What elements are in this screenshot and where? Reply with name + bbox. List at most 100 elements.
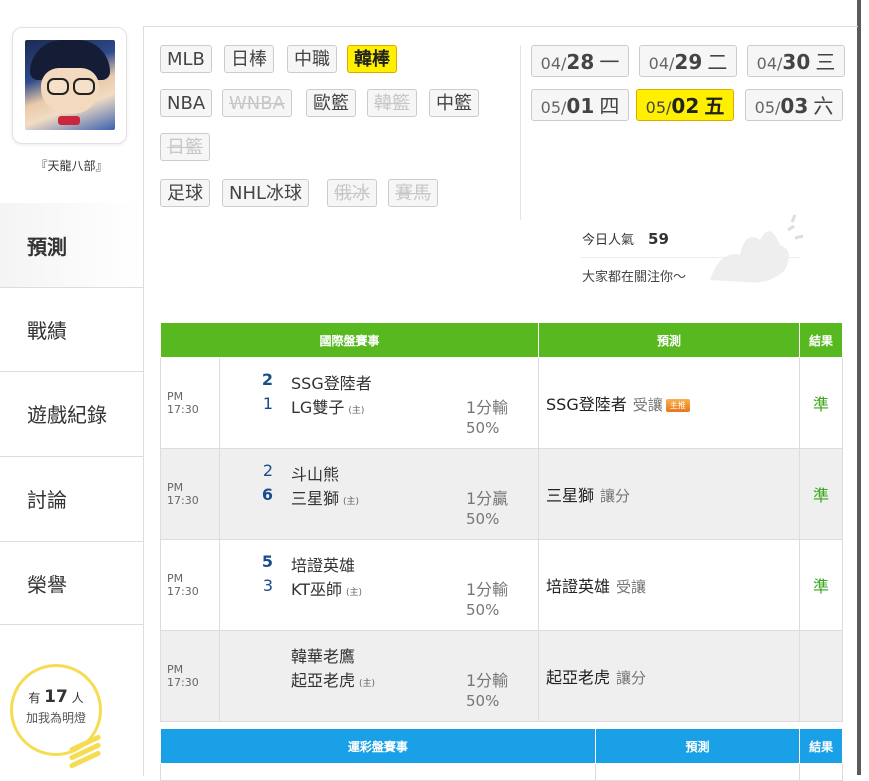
date-month: 04/ [540, 54, 567, 73]
date-button[interactable]: 04/29 二 [639, 45, 737, 77]
intl-odds-table: 國際盤賽事 預測 結果 PM 17:30 2 SSG登陸者 1 LG雙子 (主) … [160, 322, 843, 722]
popularity: 今日人氣 59 [582, 229, 669, 248]
home-team-line: 起亞老虎 (主) [291, 667, 375, 691]
home-team: LG雙子 [291, 398, 345, 417]
nav-label: 遊戲紀錄 [27, 403, 107, 427]
handicap: 1分輸 [466, 671, 509, 690]
prediction: 起亞老虎 讓分 [538, 630, 800, 722]
date-day: 30 [782, 50, 811, 74]
col-header-intl: 國際盤賽事 [160, 322, 539, 358]
home-marker: (主) [348, 406, 365, 416]
popularity-slogan: 大家都在關注你～ [582, 270, 687, 285]
table-row[interactable]: PM 17:30 5 培證英雄 3 KT巫師 (主) 1分輸 50% 培證英雄 受讓… [160, 539, 843, 631]
handicap: 1分贏 [466, 489, 509, 508]
date-weekday: 一 [599, 50, 620, 74]
date-month: 04/ [756, 54, 783, 73]
pick-team: 起亞老虎 [546, 668, 611, 687]
date-button[interactable]: 04/30 三 [747, 45, 845, 77]
league-tag-cpbl[interactable]: 中職 [287, 45, 337, 73]
away-team: 培證英雄 [291, 556, 356, 575]
league-tag-mlb[interactable]: MLB [160, 45, 212, 73]
pick-type: 讓分 [616, 669, 647, 687]
away-score: 5 [261, 552, 273, 571]
date-button[interactable]: 04/28 一 [531, 45, 629, 77]
nav-label: 戰績 [27, 319, 67, 343]
pick-team: 培證英雄 [546, 577, 611, 596]
lightbulb-icon [68, 734, 102, 775]
date-button[interactable]: 05/01 四 [531, 89, 629, 121]
date-weekday: 二 [707, 50, 728, 74]
date-day: 01 [566, 94, 595, 118]
league-tag-nba[interactable]: NBA [160, 89, 213, 117]
nav-item-record[interactable]: 戰績 [0, 287, 143, 371]
league-tag-kbo[interactable]: 韓棒 [347, 45, 397, 73]
avatar[interactable] [25, 40, 115, 130]
fan-prefix: 有 [28, 691, 41, 705]
league-tag-npb[interactable]: 日棒 [224, 45, 274, 73]
pick-team: 三星獅 [546, 486, 595, 505]
league-tag-kbl: 韓籃 [367, 89, 417, 117]
away-score: 2 [261, 370, 273, 389]
date-weekday: 三 [815, 50, 836, 74]
away-score: 2 [262, 461, 273, 480]
away-team: 韓華老鷹 [291, 647, 356, 666]
sidebar: 『天龍八部』 預測 戰績 遊戲紀錄 討論 榮譽 有 17 人 加我為明燈 [0, 0, 143, 775]
date-month: 05/ [754, 98, 781, 117]
nav-label: 榮譽 [27, 572, 67, 597]
game-time: PM 17:30 [160, 630, 220, 722]
league-tag-soccer[interactable]: 足球 [160, 179, 210, 207]
col-header-result: 結果 [799, 728, 843, 764]
home-score: 1 [262, 394, 273, 413]
league-tag-khl: 俄冰 [327, 179, 377, 207]
lottery-odds-table: 運彩盤賽事 預測 結果 [160, 728, 843, 781]
date-day: 28 [566, 50, 595, 74]
col-header-result: 結果 [799, 322, 843, 358]
pick-type: 受讓 [616, 578, 647, 596]
col-header-lottery: 運彩盤賽事 [160, 728, 596, 764]
nav-item-game-log[interactable]: 遊戲紀錄 [0, 371, 143, 455]
date-day: 29 [674, 50, 703, 74]
nav-item-predict[interactable]: 預測 [0, 203, 143, 287]
handicap-pct: 50% [466, 601, 500, 619]
home-team-line: LG雙子 (主) [291, 394, 364, 418]
away-team: SSG登陸者 [291, 374, 372, 393]
pick-team: SSG登陸者 [546, 395, 627, 414]
divider [520, 45, 521, 220]
popularity-value: 59 [648, 230, 669, 248]
league-tag-wnba: WNBA [222, 89, 292, 117]
username: 『天龍八部』 [35, 159, 108, 173]
result: 準 [799, 539, 843, 631]
date-month: 05/ [540, 98, 567, 117]
fan-caption: 加我為明燈 [25, 711, 86, 725]
nav-item-honors[interactable]: 榮譽 [0, 541, 143, 625]
prediction: 培證英雄 受讓 [538, 539, 800, 631]
date-month: 04/ [648, 54, 675, 73]
date-button-selected[interactable]: 05/02 五 [636, 89, 734, 121]
league-tag-japan-basketball: 日籃 [160, 133, 210, 161]
fan-count-line: 有 17 人 [13, 687, 99, 707]
fan-count: 17 [44, 687, 68, 707]
featured-badge: 主推 [665, 399, 690, 412]
pick-type: 讓分 [600, 487, 631, 505]
avatar-frame[interactable] [12, 27, 127, 144]
date-button[interactable]: 05/03 六 [745, 89, 843, 121]
away-team: 斗山熊 [291, 465, 340, 484]
league-tag-china-basketball[interactable]: 中籃 [429, 89, 479, 117]
home-marker: (主) [346, 588, 363, 598]
table-row[interactable]: PM 17:30 韓華老鷹 起亞老虎 (主) 1分輸 50% 起亞老虎 讓分 [160, 630, 843, 722]
date-day: 02 [671, 94, 700, 118]
handicap: 1分輸 [466, 580, 509, 599]
nav-item-discussion[interactable]: 討論 [0, 456, 143, 540]
table-row[interactable]: PM 17:30 2 SSG登陸者 1 LG雙子 (主) 1分輸 50% SSG登… [160, 357, 843, 449]
table-row[interactable]: PM 17:30 2 斗山熊 6 三星獅 (主) 1分贏 50% 三星獅 讓分 準 [160, 448, 843, 540]
home-team-line: KT巫師 (主) [291, 576, 362, 600]
date-weekday: 四 [599, 94, 620, 118]
league-tag-euro-basketball[interactable]: 歐籃 [306, 89, 356, 117]
handicap-pct: 50% [466, 692, 500, 710]
home-marker: (主) [343, 497, 360, 507]
league-tag-nhl[interactable]: NHL冰球 [222, 179, 310, 207]
prediction: SSG登陸者 受讓 主推 [538, 357, 800, 449]
home-team-line: 三星獅 (主) [291, 485, 359, 509]
pick-type: 受讓 [632, 396, 663, 414]
game-time: PM 17:30 [160, 357, 220, 449]
